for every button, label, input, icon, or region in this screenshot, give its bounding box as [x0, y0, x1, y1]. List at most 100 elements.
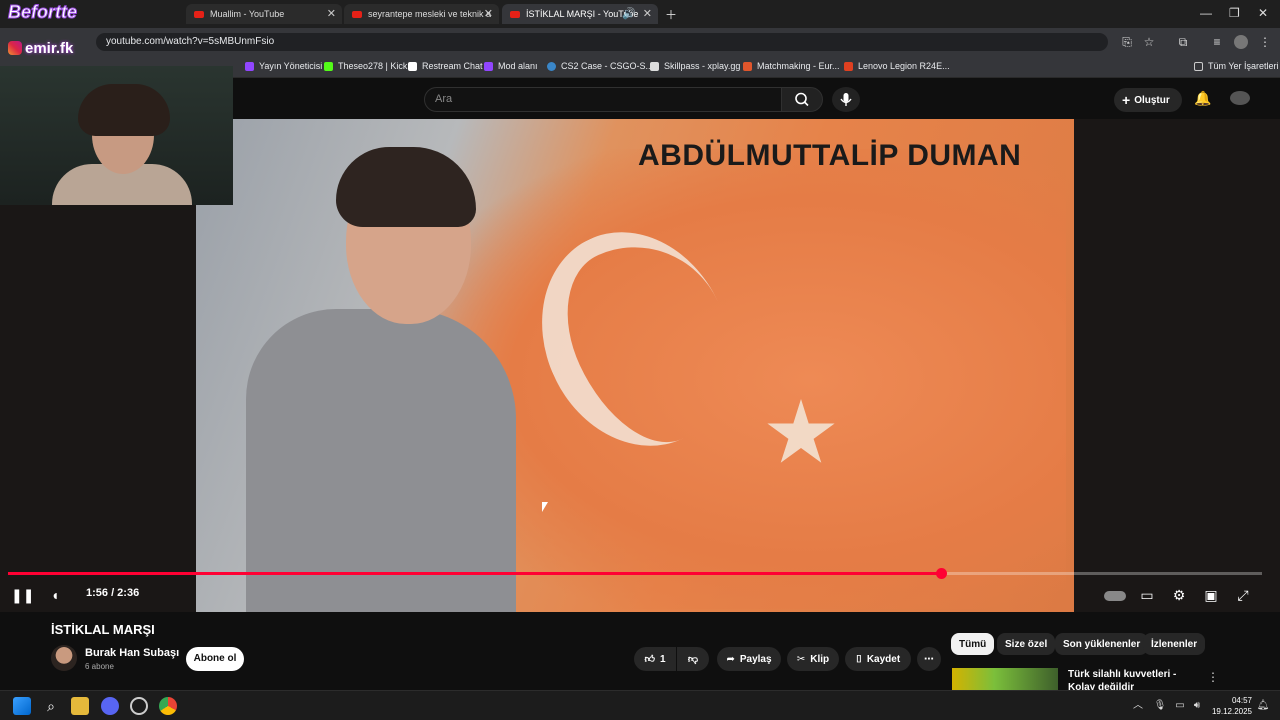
channel-name[interactable]: Burak Han Subaşı — [85, 647, 179, 659]
new-tab-button[interactable]: ＋ — [665, 6, 677, 23]
subscriber-count: 6 abone — [85, 662, 114, 671]
video-caption: ABDÜLMUTTALİP DUMAN — [638, 139, 1022, 172]
subscribe-button[interactable]: Abone ol — [186, 647, 244, 671]
voice-search-button[interactable] — [832, 87, 860, 112]
settings-gear-icon[interactable]: ⚙ — [1169, 585, 1189, 605]
url-input[interactable]: youtube.com/watch?v=5sMBUnmFsio — [96, 33, 1108, 51]
bookmark-item[interactable]: Restream Chat — [408, 61, 483, 71]
all-bookmarks[interactable]: Tüm Yer İşaretleri — [1194, 61, 1279, 71]
star-icon[interactable]: ☆ — [1142, 35, 1156, 49]
video-title: İSTİKLAL MARŞI — [51, 622, 155, 637]
bookmark-item[interactable]: Skillpass - xplay.gg — [650, 61, 740, 71]
search-icon[interactable]: ⌕ — [42, 697, 60, 715]
file-explorer-icon[interactable] — [71, 697, 89, 715]
volume-icon[interactable]: 🔊︎ — [1190, 699, 1204, 713]
tab-muallim[interactable]: Muallim - YouTube ✕ — [186, 4, 342, 24]
instagram-handle: emir.fk — [8, 40, 73, 57]
youtube-icon — [510, 10, 520, 18]
share-icon: ➦ — [726, 653, 735, 665]
bookmark-item[interactable]: Matchmaking - Eur... — [743, 61, 840, 71]
chip-for-you[interactable]: Size özel — [997, 633, 1056, 655]
tab-istiklal-marsi[interactable]: İSTİKLAL MARŞI - YouTube 🔊 ✕ — [502, 4, 658, 24]
extensions-icon[interactable]: ⧉ — [1176, 35, 1190, 49]
system-clock[interactable]: 04:57 19.12.2025 — [1206, 695, 1252, 717]
pause-icon[interactable]: ❚❚ — [11, 585, 34, 605]
twitch-icon — [484, 61, 493, 71]
more-actions-button[interactable]: ⋯ — [917, 647, 941, 671]
maximize-button[interactable]: ❐ — [1229, 6, 1240, 20]
time-display: 1:56 / 2:36 — [86, 587, 140, 599]
install-app-icon[interactable]: ⎘ — [1120, 35, 1134, 49]
progress-bar[interactable] — [8, 572, 1262, 575]
xplay-icon — [650, 61, 659, 71]
browser-tab-strip: Muallim - YouTube ✕ seyrantepe mesleki v… — [0, 0, 1280, 28]
volume-icon[interactable]: ◖ — [45, 585, 65, 605]
tab-title: Muallim - YouTube — [210, 9, 285, 19]
notifications-icon[interactable]: 🔔︎ — [1256, 699, 1270, 713]
account-avatar[interactable] — [1230, 91, 1250, 105]
share-button[interactable]: ➦ Paylaş — [717, 647, 781, 671]
chrome-icon[interactable] — [159, 697, 177, 715]
app-icon[interactable] — [130, 697, 148, 715]
address-bar-row: youtube.com/watch?v=5sMBUnmFsio ⎘ ☆ ⧉ ≡ … — [0, 28, 1280, 56]
create-button[interactable]: + Oluştur — [1114, 88, 1182, 112]
minimize-button[interactable]: — — [1200, 6, 1212, 20]
menu-icon[interactable]: ⋮ — [1258, 35, 1272, 49]
restream-icon — [408, 61, 417, 71]
kick-icon — [324, 61, 333, 71]
dislike-button[interactable]: 👎︎ — [677, 647, 709, 671]
stream-brand-logo: Befortte — [7, 2, 78, 23]
tab-seyrantepe[interactable]: seyrantepe mesleki ve teknik a ✕ — [344, 4, 499, 24]
clip-button[interactable]: ✂ Klip — [787, 647, 839, 671]
bookmark-icon: ⌷ — [855, 653, 862, 665]
folder-icon — [1194, 61, 1203, 71]
bookmark-item[interactable]: Mod alanı — [484, 61, 538, 71]
recommendation-thumbnail[interactable] — [952, 668, 1058, 690]
flag-background — [426, 149, 1066, 609]
player-controls: ❚❚ ◖ 1:56 / 2:36 ▭ ⚙ ▣ ⤢ — [0, 581, 1280, 611]
subtitles-icon[interactable]: ▭ — [1137, 585, 1157, 605]
search-input[interactable]: Ara — [424, 87, 782, 112]
lenovo-icon — [844, 61, 853, 71]
instagram-icon — [8, 41, 22, 55]
channel-avatar[interactable] — [51, 645, 77, 671]
theater-mode-icon[interactable]: ▣ — [1201, 585, 1221, 605]
windows-start-icon[interactable] — [13, 697, 31, 715]
streamer-hair — [78, 84, 170, 136]
notifications-bell-icon[interactable]: 🔔 — [1194, 91, 1211, 105]
speaker-icon[interactable]: 🔊 — [622, 7, 636, 20]
bookmark-item[interactable]: Theseo278 | Kick — [324, 61, 407, 71]
chip-watched[interactable]: İzlenenler — [1143, 633, 1206, 655]
thumbs-up-icon: 👍︎ — [644, 654, 655, 665]
profile-avatar[interactable] — [1234, 35, 1248, 49]
like-button[interactable]: 👍︎ 1 — [634, 647, 676, 671]
chevron-up-icon[interactable]: ︿ — [1131, 699, 1145, 713]
twitch-icon — [245, 61, 254, 71]
youtube-icon — [194, 10, 204, 18]
fullscreen-icon[interactable]: ⤢ — [1233, 585, 1253, 605]
chip-recently-uploaded[interactable]: Son yüklenenler — [1055, 633, 1149, 655]
save-button[interactable]: ⌷ Kaydet — [845, 647, 911, 671]
progress-fill — [8, 572, 941, 575]
more-horizontal-icon: ⋯ — [924, 653, 934, 665]
search-button[interactable] — [781, 87, 823, 112]
bookmark-item[interactable]: Yayın Yöneticisi — [245, 61, 322, 71]
media-icon[interactable]: ≡ — [1210, 35, 1224, 49]
chip-all[interactable]: Tümü — [951, 633, 995, 655]
autoplay-toggle[interactable] — [1104, 585, 1126, 605]
network-icon[interactable]: ▭ — [1173, 699, 1187, 713]
more-vertical-icon[interactable]: ⋮ — [1206, 670, 1220, 684]
close-window-button[interactable]: ✕ — [1258, 6, 1268, 20]
plus-icon: + — [1122, 92, 1131, 108]
microphone-icon[interactable]: 🎙︎ — [1153, 699, 1167, 713]
video-frame[interactable]: ABDÜLMUTTALİP DUMAN — [196, 119, 1074, 612]
search-icon — [795, 92, 809, 107]
close-icon[interactable]: ✕ — [643, 7, 652, 20]
person-body — [246, 309, 516, 612]
bookmark-item[interactable]: Lenovo Legion R24E... — [844, 61, 950, 71]
bookmark-item[interactable]: CS2 Case - CSGO-S... — [547, 61, 653, 71]
close-icon[interactable]: ✕ — [327, 7, 336, 20]
close-icon[interactable]: ✕ — [484, 7, 493, 20]
progress-scrubber[interactable] — [935, 568, 947, 579]
discord-icon[interactable] — [101, 697, 119, 715]
